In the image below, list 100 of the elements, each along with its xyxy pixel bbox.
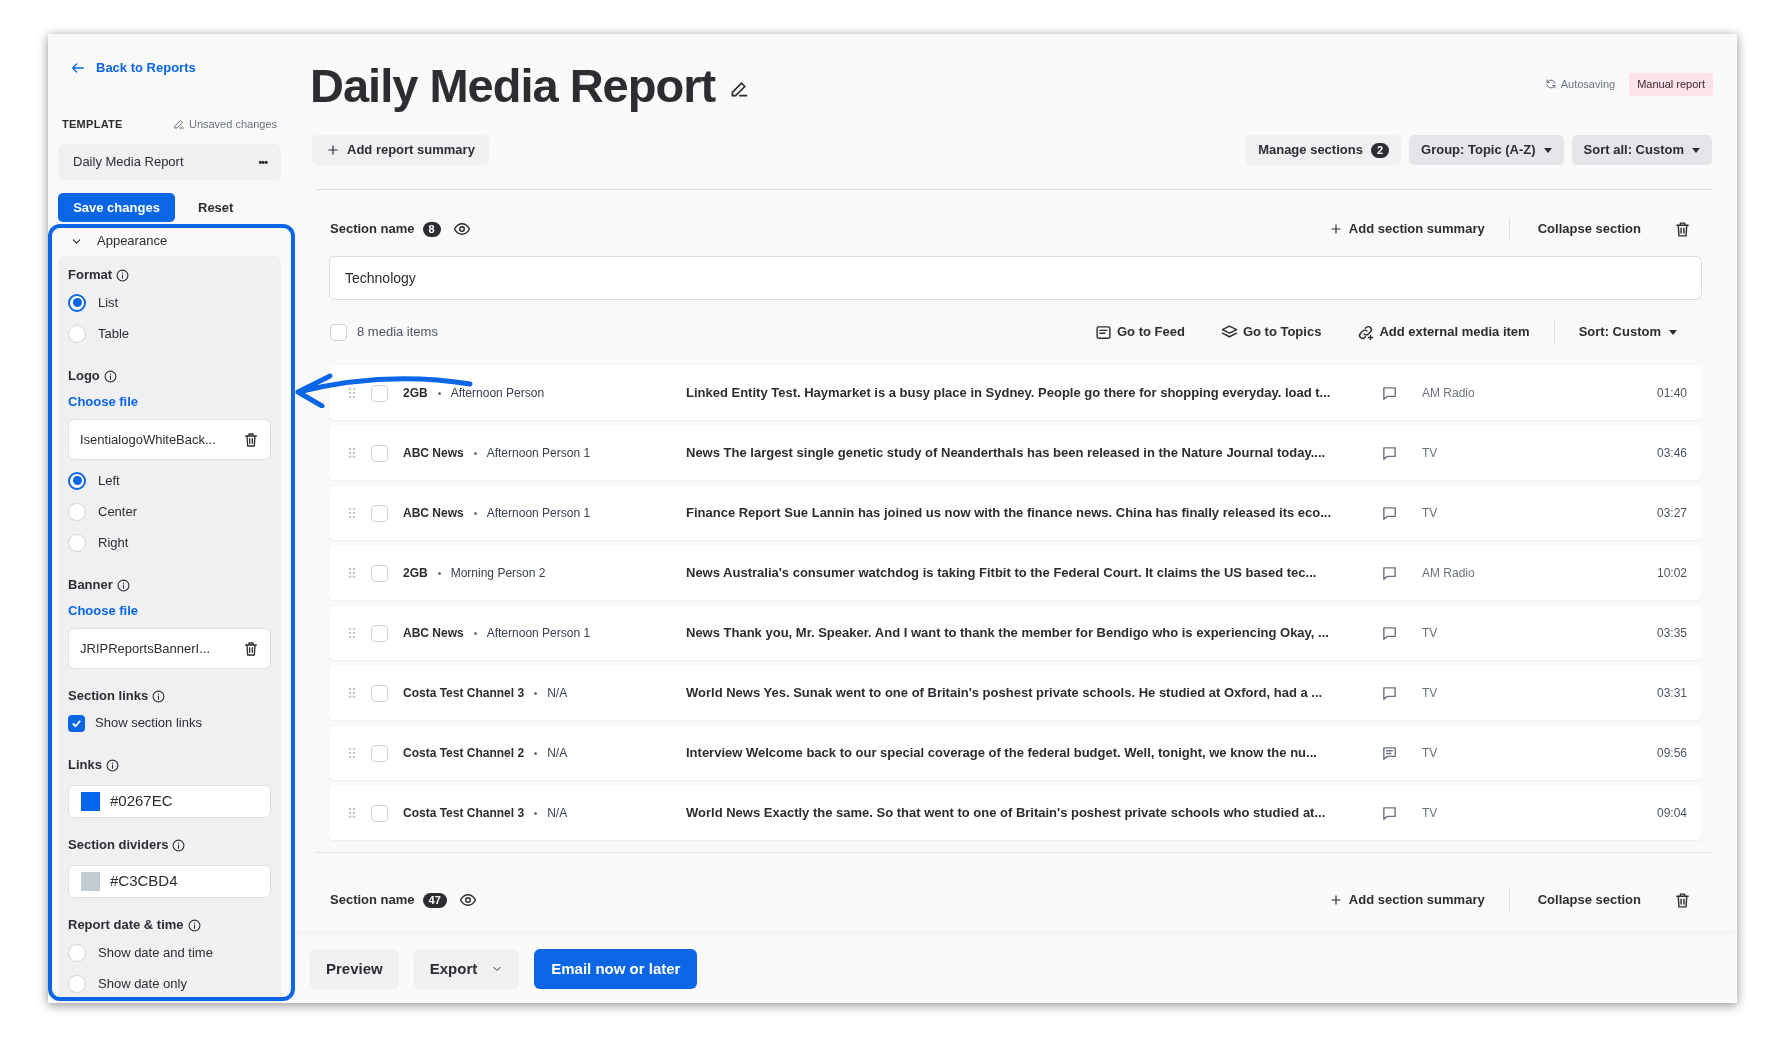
trash-icon[interactable] <box>1674 891 1691 909</box>
media-item-row[interactable]: ABC News Afternoon Person 1 News The largest single genetic study of Neanderthals has been released in the Nature Journal today.... TV 03:46 <box>329 426 1702 480</box>
info-icon <box>105 758 119 772</box>
row-checkbox[interactable] <box>371 564 388 582</box>
pencil-icon[interactable] <box>729 79 750 99</box>
option-label: Table <box>98 324 130 343</box>
option-label: Show section links <box>95 714 202 733</box>
reset-button[interactable]: Reset <box>183 193 249 222</box>
comment-icon[interactable] <box>1381 384 1398 402</box>
action-link[interactable]: Go to Topics <box>1220 322 1322 342</box>
trash-icon[interactable] <box>1674 220 1691 238</box>
save-button[interactable]: Save changes <box>58 193 175 222</box>
section-name-label: Section name <box>330 220 415 239</box>
choose-file-link[interactable]: Choose file <box>68 601 139 617</box>
drag-handle-icon[interactable] <box>348 567 356 579</box>
checkbox[interactable] <box>68 714 85 732</box>
comment-icon[interactable] <box>1381 744 1398 762</box>
email-button[interactable]: Email now or later <box>534 949 698 989</box>
choose-file-link[interactable]: Choose file <box>68 392 139 408</box>
collapse-section-button[interactable]: Collapse section <box>1509 219 1674 239</box>
row-checkbox[interactable] <box>371 444 388 462</box>
add-summary-button[interactable]: Add report summary <box>312 135 489 165</box>
source-name: Costa Test Channel 3 <box>403 685 525 702</box>
status-text: Unsaved changes <box>188 116 277 132</box>
check-icon <box>71 717 82 729</box>
collapse-section-button[interactable]: Collapse section <box>1509 890 1674 910</box>
row-checkbox[interactable] <box>371 384 388 402</box>
media-item-row[interactable]: ABC News Afternoon Person 1 News Thank you, Mr. Speaker. And I want to thank the member for Bendigo who is experiencing Okay, ... TV 03:35 <box>329 606 1702 660</box>
radio-button[interactable] <box>68 293 86 312</box>
color-field[interactable]: #0267EC <box>68 785 271 818</box>
row-checkbox[interactable] <box>371 504 388 522</box>
summary-text: World News Exactly the same. So that went to one of Britain's poshest private schools who studied at... <box>686 804 1327 823</box>
add-section-summary-button[interactable]: Add section summary <box>1328 219 1509 239</box>
media-item-row[interactable]: Costa Test Channel 3 N/A World News Yes. Sunak went to one of Britain's poshest private schools. He studied at Oxford, had a ... TV 03:31 <box>329 666 1702 720</box>
trash-icon[interactable] <box>243 640 259 657</box>
row-checkbox[interactable] <box>371 684 388 702</box>
file-field[interactable]: JRIPReportsBannerI... <box>68 628 271 669</box>
drag-handle-icon[interactable] <box>348 807 356 819</box>
action-link[interactable]: Go to Feed <box>1095 322 1185 342</box>
panel-title: Appearance <box>97 232 168 251</box>
trash-icon[interactable] <box>243 431 259 448</box>
drag-handle-icon[interactable] <box>348 387 356 399</box>
select-all-checkbox[interactable] <box>330 323 347 341</box>
setting-label: Section dividers <box>68 836 169 855</box>
media-type: AM Radio <box>1422 385 1476 402</box>
comment-icon[interactable] <box>1381 444 1398 462</box>
comment-icon[interactable] <box>1381 684 1398 702</box>
duration: 09:04 <box>1656 805 1687 822</box>
option-label: Right <box>98 533 129 552</box>
drag-handle-icon[interactable] <box>348 447 356 459</box>
color-field[interactable]: #C3CBD4 <box>68 865 271 898</box>
summary-text: News The largest single genetic study of Neanderthals has been released in the Nature Journal today.... <box>686 444 1327 463</box>
back-link[interactable]: Back to Reports <box>70 59 196 77</box>
file-field[interactable]: IsentialogoWhiteBack... <box>68 419 271 460</box>
media-item-row[interactable]: 2GB Morning Person 2 News Australia's consumer watchdog is taking Fitbit to the Federal Court. It claims the US based tec... AM Radio 10:02 <box>329 546 1702 600</box>
section-label: TEMPLATE <box>62 116 123 132</box>
comment-icon[interactable] <box>1381 564 1398 582</box>
drag-handle-icon[interactable] <box>348 507 356 519</box>
presenter-name: N/A <box>547 745 568 762</box>
eye-icon[interactable] <box>452 220 471 238</box>
comment-icon[interactable] <box>1381 624 1398 642</box>
media-item-row[interactable]: Costa Test Channel 3 N/A World News Exactly the same. So that went to one of Britain's poshest private schools who studied at... TV 09:04 <box>329 786 1702 840</box>
comment-icon[interactable] <box>1381 804 1398 822</box>
media-type: TV <box>1422 445 1439 462</box>
summary-text: Finance Report Sue Lannin has joined us now with the finance news. China has finally released its eco... <box>686 504 1333 523</box>
add-section-summary-button[interactable]: Add section summary <box>1328 890 1509 910</box>
template-selector[interactable]: Daily Media Report ••• <box>58 144 281 180</box>
group-dropdown[interactable]: Group: Topic (A-Z) <box>1409 135 1564 165</box>
row-checkbox[interactable] <box>371 804 388 822</box>
drag-handle-icon[interactable] <box>348 687 356 699</box>
setting-label: Section links <box>68 687 149 706</box>
eye-icon[interactable] <box>458 891 477 909</box>
info-icon <box>152 689 166 703</box>
preview-button[interactable]: Preview <box>310 949 399 989</box>
media-item-row[interactable]: Costa Test Channel 2 N/A Interview Welcome back to our special coverage of the federal budget. Well, tonight, we know the nu... TV 09:56 <box>329 726 1702 780</box>
comment-icon[interactable] <box>1381 504 1398 522</box>
setting-label: Report date & time <box>68 916 184 935</box>
info-icon <box>103 369 117 383</box>
export-button[interactable]: Export <box>413 949 520 989</box>
row-checkbox[interactable] <box>371 744 388 762</box>
plus-icon <box>1328 222 1343 236</box>
option-label: Center <box>98 502 138 521</box>
option-label: Show date and time <box>98 943 213 962</box>
presenter-name: Afternoon Person 1 <box>486 625 591 642</box>
manage-sections-button[interactable]: Manage sections 2 <box>1246 135 1402 165</box>
section-name-field[interactable]: Technology <box>329 256 1702 300</box>
media-item-row[interactable]: 2GB Afternoon Person Linked Entity Test. Haymarket is a busy place in Sydney. People go there for shopping everyday. load t... AM Radio 01:40 <box>329 366 1702 420</box>
sort-dropdown[interactable]: Sort: Custom <box>1578 322 1677 342</box>
drag-handle-icon[interactable] <box>348 747 356 759</box>
duration: 03:35 <box>1656 625 1687 642</box>
sort-dropdown[interactable]: Sort all: Custom <box>1571 135 1712 165</box>
radio-button[interactable] <box>68 471 86 490</box>
drag-handle-icon[interactable] <box>348 627 356 639</box>
caret-icon <box>1692 147 1700 153</box>
pencil-icon <box>172 118 185 130</box>
template-name: Daily Media Report <box>73 153 184 172</box>
row-checkbox[interactable] <box>371 624 388 642</box>
more-button[interactable]: ••• <box>258 153 267 171</box>
media-item-row[interactable]: ABC News Afternoon Person 1 Finance Report Sue Lannin has joined us now with the finance news. China has finally released its eco... TV 03:27 <box>329 486 1702 540</box>
action-link[interactable]: Add external media item <box>1357 322 1530 342</box>
